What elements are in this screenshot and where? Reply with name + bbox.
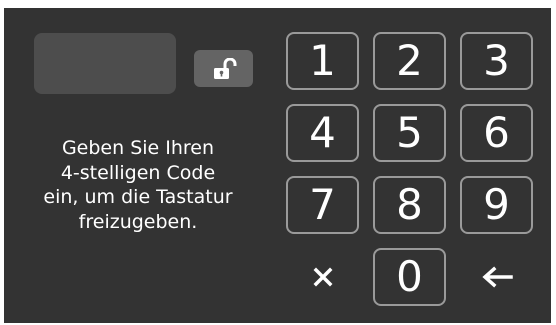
lock-button[interactable]: [194, 50, 253, 87]
close-icon: [313, 267, 332, 287]
instruction-line: freizugeben.: [78, 210, 198, 233]
instruction-line: Geben Sie Ihren: [61, 137, 215, 159]
key-0[interactable]: 0: [373, 248, 446, 306]
instruction-line: 4-stelligen Code: [60, 161, 216, 184]
unlock-icon: [213, 57, 236, 79]
clear-button[interactable]: [286, 248, 359, 306]
backspace-button[interactable]: [460, 248, 533, 306]
arrow-left-icon: [481, 266, 513, 288]
key-9[interactable]: 9: [460, 176, 533, 234]
key-2[interactable]: 2: [373, 32, 446, 90]
key-1[interactable]: 1: [286, 32, 359, 90]
instruction-text: Geben Sie Ihren 4-stelligen Code ein, um…: [18, 136, 258, 234]
key-4[interactable]: 4: [286, 104, 359, 162]
instruction-line: ein, um die Tastatur: [43, 186, 233, 208]
code-display: [34, 33, 176, 94]
key-6[interactable]: 6: [460, 104, 533, 162]
key-3[interactable]: 3: [460, 32, 533, 90]
key-7[interactable]: 7: [286, 176, 359, 234]
key-8[interactable]: 8: [373, 176, 446, 234]
keypad-screen: Geben Sie Ihren 4-stelligen Code ein, um…: [4, 8, 551, 323]
key-5[interactable]: 5: [373, 104, 446, 162]
